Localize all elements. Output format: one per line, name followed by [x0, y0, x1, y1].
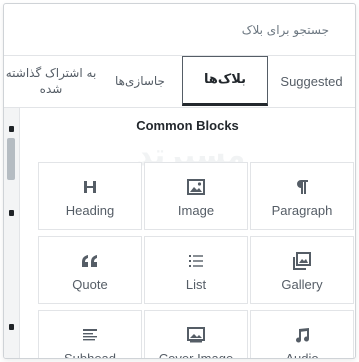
strip-marker — [9, 210, 14, 216]
block-image[interactable]: Image — [144, 162, 248, 230]
block-label: Quote — [72, 277, 108, 292]
tab-blocks[interactable]: بلاک‌ها — [182, 56, 268, 106]
tab-blocks-label: بلاک‌ها — [204, 71, 246, 87]
tab-embeds[interactable]: جاسازی‌ها — [98, 56, 182, 108]
strip-marker — [9, 324, 14, 330]
block-audio[interactable]: Audio — [250, 310, 354, 359]
block-cover-image[interactable]: Cover Image — [144, 310, 248, 359]
search-input[interactable] — [15, 15, 345, 45]
section-title: Common Blocks — [136, 118, 239, 133]
block-paragraph[interactable]: Paragraph — [250, 162, 354, 230]
block-label: Subhead — [63, 351, 117, 359]
block-label: Image — [177, 203, 215, 218]
gallery-icon — [293, 252, 311, 270]
block-label: Paragraph — [271, 203, 333, 218]
tab-suggested-label: Suggested — [280, 73, 343, 89]
tab-shared[interactable]: به اشتراک گذاشته شده — [4, 56, 98, 108]
block-label: Audio — [285, 351, 319, 359]
block-list[interactable]: List — [144, 236, 248, 304]
cover-image-icon — [187, 326, 205, 344]
block-label: List — [185, 277, 207, 292]
strip-marker — [9, 126, 14, 132]
scrollbar-thumb[interactable] — [7, 138, 15, 180]
block-inserter-panel: به اشتراک گذاشته شده جاسازی‌ها بلاک‌ها S… — [3, 3, 356, 359]
block-gallery[interactable]: Gallery — [250, 236, 354, 304]
block-heading[interactable]: Heading — [38, 162, 142, 230]
scroll-strip — [4, 108, 20, 358]
subhead-icon — [82, 326, 98, 344]
tab-suggested[interactable]: Suggested — [268, 56, 355, 108]
image-icon — [187, 178, 205, 196]
tab-shared-label: به اشتراک گذاشته شده — [5, 66, 97, 96]
block-label: Heading — [65, 203, 115, 218]
block-quote[interactable]: Quote — [38, 236, 142, 304]
block-subhead[interactable]: Subhead — [38, 310, 142, 359]
block-label: Cover Image — [158, 351, 234, 359]
list-icon — [188, 252, 204, 270]
search-bar — [4, 4, 355, 56]
quote-icon — [81, 252, 99, 270]
tab-bar: به اشتراک گذاشته شده جاسازی‌ها بلاک‌ها S… — [4, 56, 355, 108]
heading-icon — [82, 178, 98, 196]
block-label: Gallery — [281, 277, 323, 292]
paragraph-icon — [295, 178, 309, 196]
tab-embeds-label: جاسازی‌ها — [115, 74, 165, 89]
audio-icon — [294, 326, 310, 344]
